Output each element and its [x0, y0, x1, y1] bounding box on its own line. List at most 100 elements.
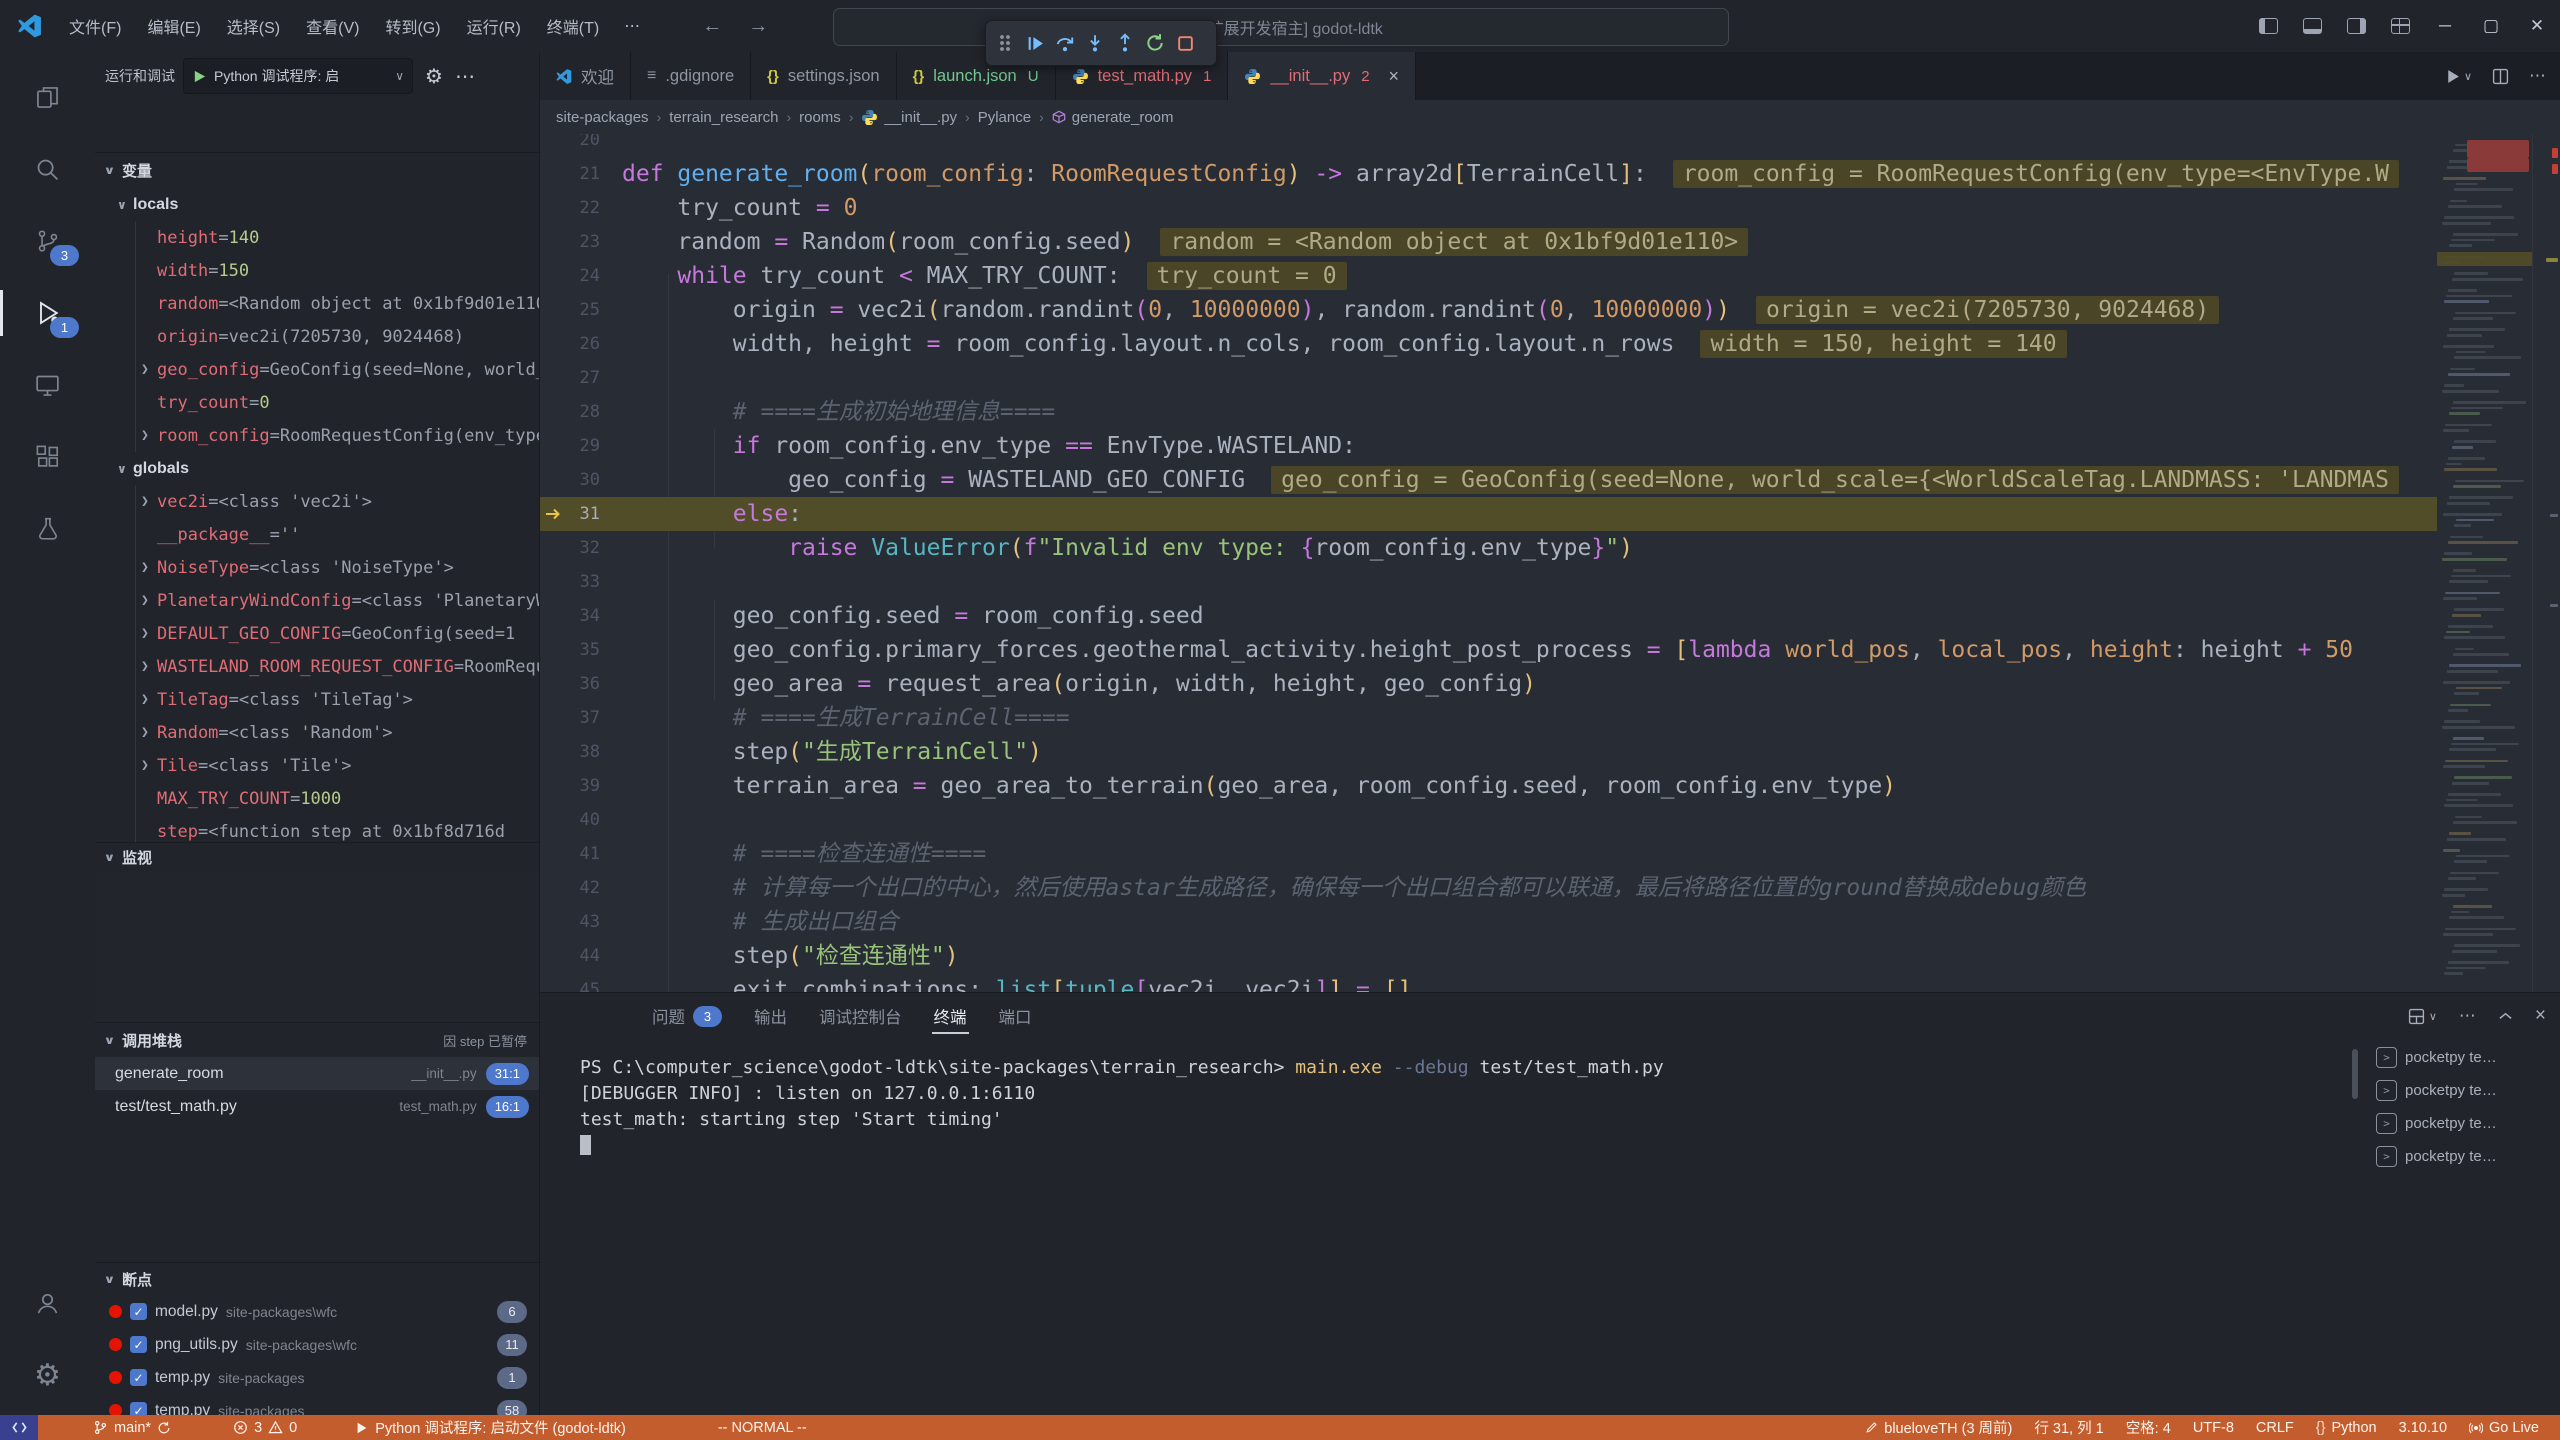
debug-step-over-button[interactable]	[1050, 25, 1080, 61]
line-number[interactable]: 38	[539, 735, 600, 769]
variable-row[interactable]: ❯Tile = <class 'Tile'>	[95, 749, 539, 782]
window-close-button[interactable]: ✕	[2514, 0, 2560, 52]
terminal-profile-icon[interactable]: ∨	[2408, 1008, 2437, 1025]
nav-forward-button[interactable]: →	[748, 15, 768, 38]
variables-section-header[interactable]: ∨ 变量	[95, 152, 539, 188]
expand-chevron-icon[interactable]: ❯	[141, 428, 157, 443]
call-stack-frame[interactable]: test/test_math.pytest_math.py16:1	[95, 1090, 539, 1123]
last-commit-info[interactable]: blueloveTH (3 周前)	[1854, 1417, 2023, 1438]
menu-item[interactable]: 文件(F)	[56, 9, 134, 43]
line-number[interactable]: 21	[539, 157, 600, 191]
breadcrumb-item[interactable]: __init__.py	[861, 109, 957, 126]
variable-row[interactable]: ❯DEFAULT_GEO_CONFIG = GeoConfig(seed=1	[95, 617, 539, 650]
line-number[interactable]: 30	[539, 463, 600, 497]
variable-row[interactable]: ❯PlanetaryWindConfig = <class 'Planetary…	[95, 584, 539, 617]
editor-more-actions-icon[interactable]: ⋯	[2529, 66, 2546, 86]
terminal-instance-row[interactable]: >pocketpy te…	[2376, 1140, 2560, 1173]
breakpoint-checkbox[interactable]: ✓	[130, 1303, 147, 1320]
tab-settings.json[interactable]: {}settings.json	[751, 52, 896, 100]
line-number[interactable]: 35	[539, 633, 600, 667]
line-number[interactable]: 25	[539, 293, 600, 327]
variable-row[interactable]: try_count = 0	[95, 386, 539, 419]
line-number[interactable]: 23	[539, 225, 600, 259]
remote-indicator[interactable]	[0, 1415, 38, 1440]
call-stack-frame[interactable]: generate_room__init__.py31:1	[95, 1057, 539, 1090]
breadcrumb-item[interactable]: rooms	[799, 109, 841, 126]
breakpoint-checkbox[interactable]: ✓	[130, 1336, 147, 1353]
line-number[interactable]: 29	[539, 429, 600, 463]
debug-step-into-button[interactable]	[1080, 25, 1110, 61]
tab-.gdignore[interactable]: ≡.gdignore	[631, 52, 751, 100]
tab-__init__.py[interactable]: __init__.py2×	[1228, 52, 1416, 100]
variable-row[interactable]: ❯TileTag = <class 'TileTag'>	[95, 683, 539, 716]
panel-more-actions-icon[interactable]: ⋯	[2459, 1006, 2476, 1026]
variable-row[interactable]: step = <function step at 0x1bf8d716d	[95, 815, 539, 842]
line-number[interactable]: 36	[539, 667, 600, 701]
variable-row[interactable]: ❯room_config = RoomRequestConfig(env_typ…	[95, 419, 539, 452]
breadcrumb-item[interactable]: site-packages	[556, 109, 649, 126]
breadcrumb-item[interactable]: generate_room	[1052, 109, 1174, 126]
menu-item[interactable]: 转到(G)	[372, 9, 453, 43]
debug-settings-gear-icon[interactable]: ⚙	[425, 64, 443, 89]
toggle-panel-icon[interactable]	[2290, 0, 2334, 52]
variable-row[interactable]: random = <Random object at 0x1bf9d01e110…	[95, 287, 539, 320]
activity-account-icon[interactable]	[0, 1272, 95, 1334]
line-number[interactable]: 45	[539, 973, 600, 992]
activity-testing-icon[interactable]	[0, 498, 95, 560]
go-live-button[interactable]: Go Live	[2458, 1420, 2550, 1436]
breakpoint-row[interactable]: ✓png_utils.pysite-packages\wfc11	[95, 1328, 539, 1361]
variable-row[interactable]: ❯NoiseType = <class 'NoiseType'>	[95, 551, 539, 584]
menu-item[interactable]: 终端(T)	[534, 9, 612, 43]
panel-tab-终端[interactable]: 终端	[922, 993, 979, 1039]
debug-restart-button[interactable]	[1140, 25, 1170, 61]
call-stack-section-header[interactable]: ∨ 调用堆栈 因 step 已暂停	[95, 1022, 539, 1057]
menu-item[interactable]: 查看(V)	[293, 9, 372, 43]
debug-step-out-button[interactable]	[1110, 25, 1140, 61]
line-number[interactable]: 32	[539, 531, 600, 565]
line-number[interactable]: 34	[539, 599, 600, 633]
drag-handle-icon[interactable]	[999, 34, 1011, 52]
expand-chevron-icon[interactable]: ❯	[141, 692, 157, 707]
expand-chevron-icon[interactable]: ❯	[141, 626, 157, 641]
debug-continue-button[interactable]	[1020, 25, 1050, 61]
problems-status[interactable]: 3 0	[222, 1420, 308, 1436]
line-number[interactable]: 26	[539, 327, 600, 361]
debug-views-more-icon[interactable]: ⋯	[455, 64, 475, 89]
run-python-file-icon[interactable]: ∨	[2444, 68, 2472, 85]
menu-item[interactable]: 选择(S)	[214, 9, 293, 43]
activity-source-control-icon[interactable]: 3	[0, 210, 95, 272]
line-number[interactable]: 39	[539, 769, 600, 803]
terminal-output[interactable]: PS C:\computer_science\godot-ldtk\site-p…	[580, 1055, 2340, 1415]
activity-explorer-icon[interactable]	[0, 66, 95, 128]
indentation-status[interactable]: 空格: 4	[2115, 1417, 2182, 1438]
watch-section-header[interactable]: ∨ 监视	[95, 842, 539, 872]
breakpoint-row[interactable]: ✓model.pysite-packages\wfc6	[95, 1295, 539, 1328]
line-number[interactable]: 20	[539, 134, 600, 157]
debug-session-status[interactable]: Python 调试程序: 启动文件 (godot-ldtk)	[344, 1417, 637, 1438]
breadcrumb-item[interactable]: terrain_research	[669, 109, 778, 126]
split-editor-icon[interactable]	[2492, 68, 2509, 85]
terminal-instance-row[interactable]: >pocketpy te…	[2376, 1041, 2560, 1074]
tab-欢迎[interactable]: 欢迎	[539, 52, 631, 100]
debug-config-select[interactable]: Python 调试程序: 启 ∨	[183, 58, 413, 94]
panel-tab-问题[interactable]: 问题3	[640, 993, 734, 1039]
debug-stop-button[interactable]	[1170, 25, 1200, 61]
line-number[interactable]: 22	[539, 191, 600, 225]
line-number[interactable]: 33	[539, 565, 600, 599]
customize-layout-icon[interactable]	[2378, 0, 2422, 52]
activity-remote-explorer-icon[interactable]	[0, 354, 95, 416]
breakpoint-checkbox[interactable]: ✓	[130, 1369, 147, 1386]
expand-chevron-icon[interactable]: ❯	[141, 560, 157, 575]
terminal-instance-row[interactable]: >pocketpy te…	[2376, 1074, 2560, 1107]
code-editor[interactable]: 2021def generate_room(room_config: RoomR…	[539, 134, 2437, 992]
menu-item[interactable]: 运行(R)	[454, 9, 534, 43]
encoding-status[interactable]: UTF-8	[2182, 1420, 2245, 1436]
window-maximize-button[interactable]: ▢	[2468, 0, 2514, 52]
terminal-instance-row[interactable]: >pocketpy te…	[2376, 1107, 2560, 1140]
variable-row[interactable]: width = 150	[95, 254, 539, 287]
window-minimize-button[interactable]: ─	[2422, 0, 2468, 52]
line-number[interactable]: 42	[539, 871, 600, 905]
expand-chevron-icon[interactable]: ❯	[141, 758, 157, 773]
variable-row[interactable]: MAX_TRY_COUNT = 1000	[95, 782, 539, 815]
panel-tab-输出[interactable]: 输出	[742, 993, 799, 1039]
